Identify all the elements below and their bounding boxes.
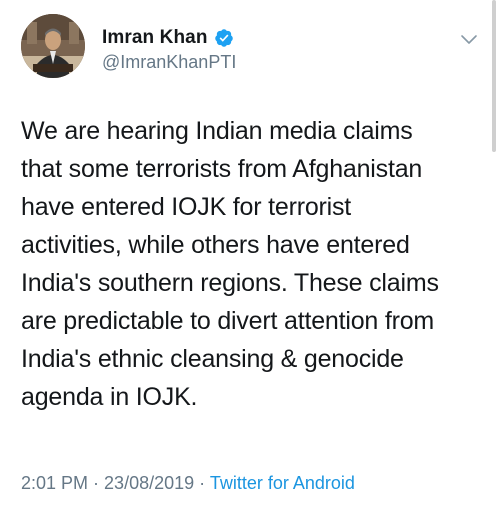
avatar[interactable]	[21, 14, 85, 78]
tweet: Imran Khan @ImranKhanPTI We are hearing …	[0, 0, 500, 514]
author-handle[interactable]: @ImranKhanPTI	[102, 52, 236, 73]
tweet-time[interactable]: 2:01 PM	[21, 473, 88, 493]
tweet-metadata: 2:01 PM · 23/08/2019 · Twitter for Andro…	[21, 473, 355, 494]
tweet-date[interactable]: 23/08/2019	[104, 473, 194, 493]
verified-badge-icon	[214, 28, 234, 48]
scrollbar-thumb[interactable]	[492, 0, 496, 152]
meta-separator: ·	[194, 473, 210, 493]
tweet-text-line: India's southern regions. These claims	[21, 269, 439, 297]
tweet-text-line: that some terrorists from Afghanistan	[21, 155, 423, 183]
tweet-text-line: We are hearing Indian media claims	[21, 117, 413, 145]
author-display-name[interactable]: Imran Khan	[102, 27, 208, 49]
tweet-text-line: activities, while others have entered	[21, 231, 410, 259]
avatar-image	[21, 14, 85, 78]
tweet-text-line: have entered IOJK for terrorist	[21, 193, 352, 221]
tweet-text: We are hearing Indian media claims that …	[21, 112, 483, 416]
tweet-text-line: agenda in IOJK.	[21, 383, 198, 411]
author-name-row[interactable]: Imran Khan	[102, 26, 234, 50]
tweet-text-line: are predictable to divert attention from	[21, 307, 435, 335]
meta-separator: ·	[88, 473, 105, 493]
tweet-source-link[interactable]: Twitter for Android	[210, 473, 355, 493]
tweet-text-line: India's ethnic cleansing & genocide	[21, 345, 404, 373]
chevron-down-icon[interactable]	[457, 27, 481, 51]
